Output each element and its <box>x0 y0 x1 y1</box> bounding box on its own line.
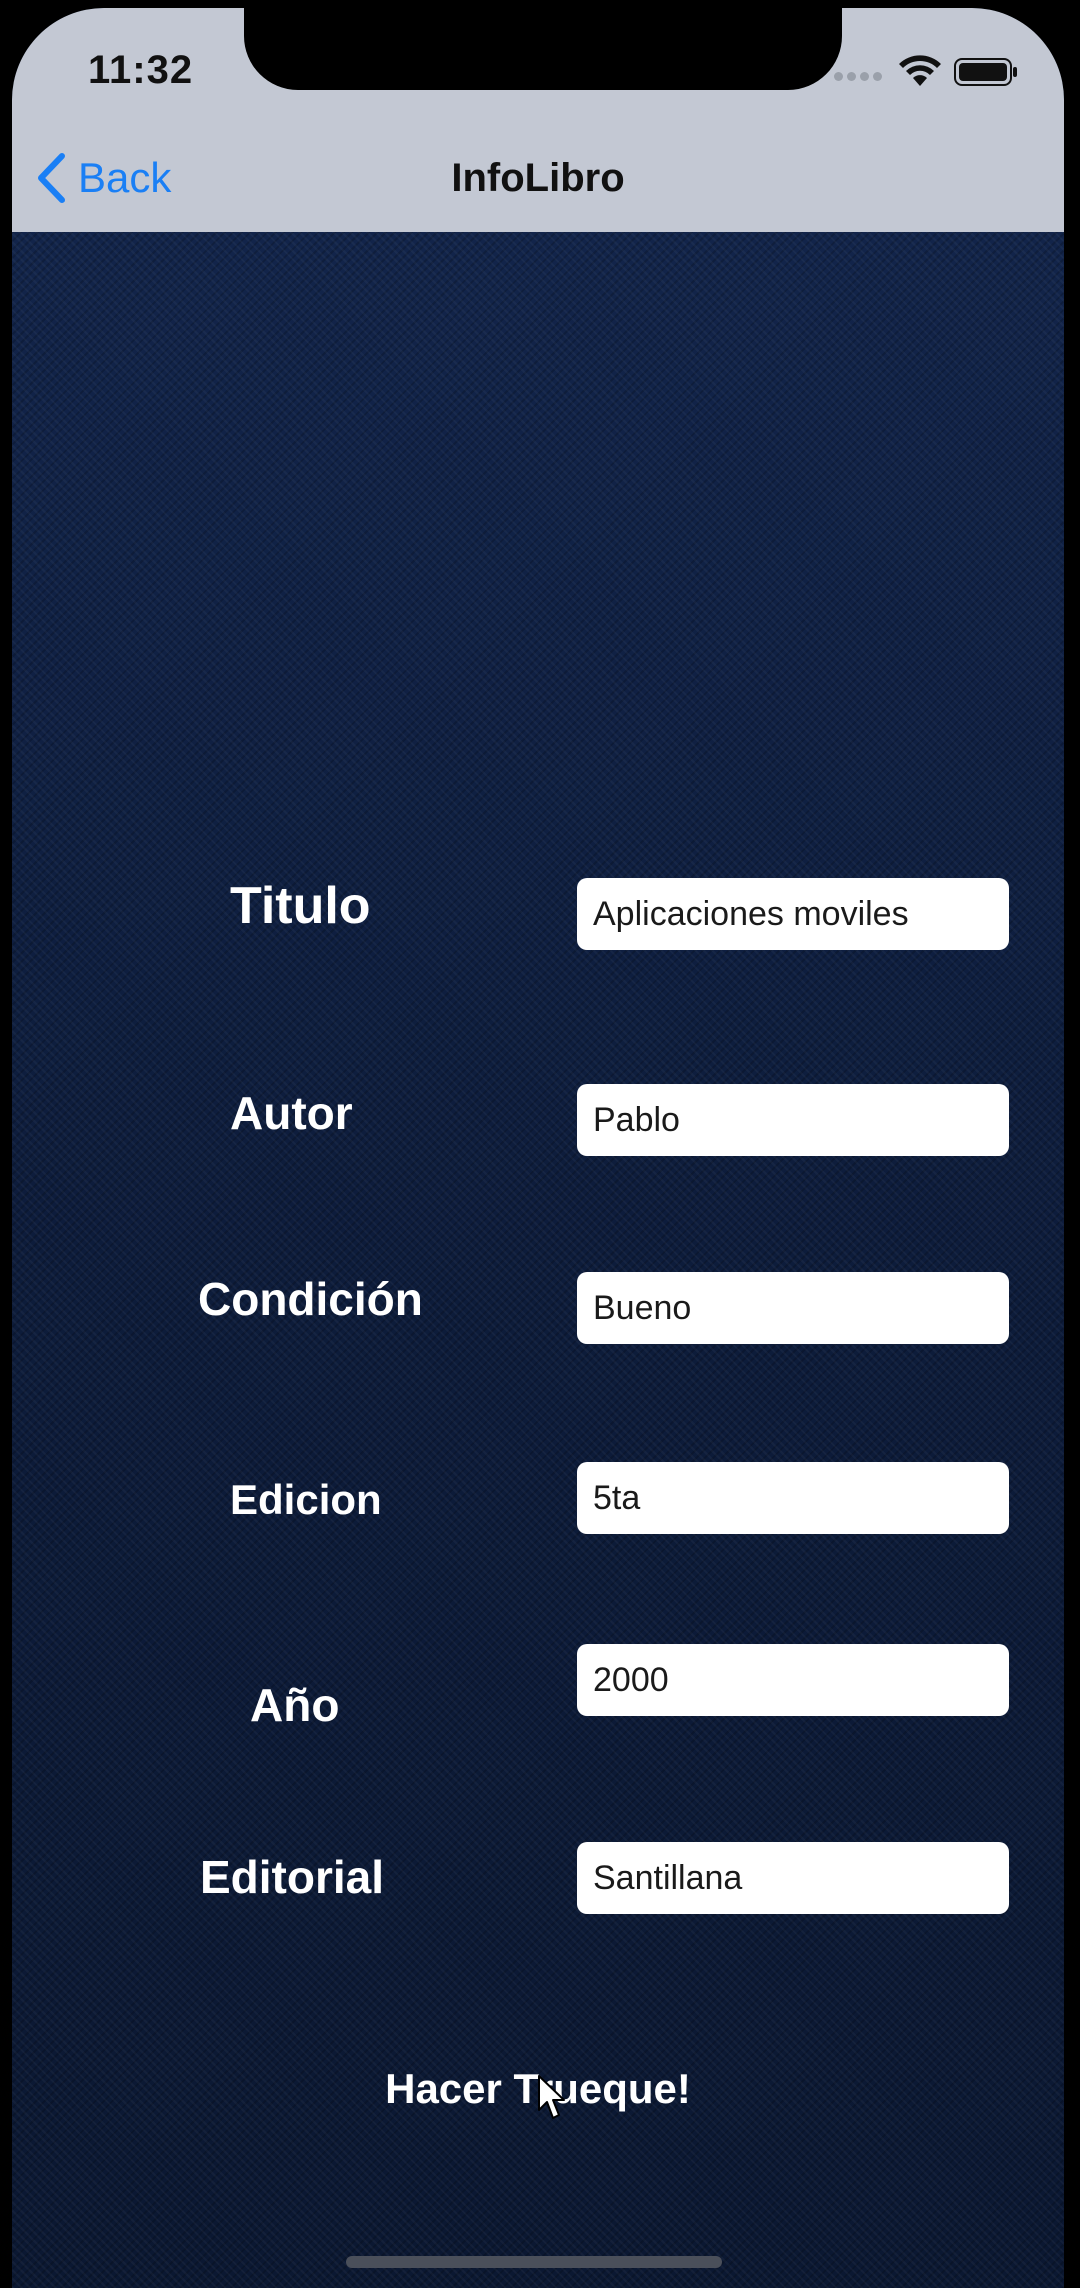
titulo-label: Titulo <box>230 877 371 935</box>
signal-icon <box>834 72 884 82</box>
wifi-icon <box>899 55 941 86</box>
phone-screen: 11:32 Back InfoLibro Titulo Aplicaciones… <box>12 8 1064 2288</box>
home-indicator <box>346 2256 722 2268</box>
editorial-label: Editorial <box>200 1851 385 1903</box>
battery-icon <box>954 58 1017 86</box>
autor-field[interactable]: Pablo <box>577 1084 1009 1156</box>
cursor-icon <box>538 2075 565 2119</box>
autor-label: Autor <box>230 1087 353 1139</box>
status-time: 11:32 <box>88 48 194 92</box>
page-title: InfoLibro <box>451 156 625 200</box>
book-info-form: Titulo Aplicaciones moviles Autor Pablo … <box>12 232 1064 2288</box>
edicion-label: Edicion <box>230 1476 382 1523</box>
ano-label: Año <box>250 1679 340 1731</box>
navigation-bar: 11:32 Back InfoLibro <box>12 8 1064 232</box>
condicion-field[interactable]: Bueno <box>577 1272 1009 1344</box>
condicion-label: Condición <box>198 1273 423 1325</box>
editorial-field[interactable]: Santillana <box>577 1842 1009 1914</box>
edicion-field[interactable]: 5ta <box>577 1462 1009 1534</box>
notch <box>244 8 842 90</box>
titulo-field[interactable]: Aplicaciones moviles <box>577 878 1009 950</box>
ano-field[interactable]: 2000 <box>577 1644 1009 1716</box>
status-icons <box>834 52 1024 92</box>
